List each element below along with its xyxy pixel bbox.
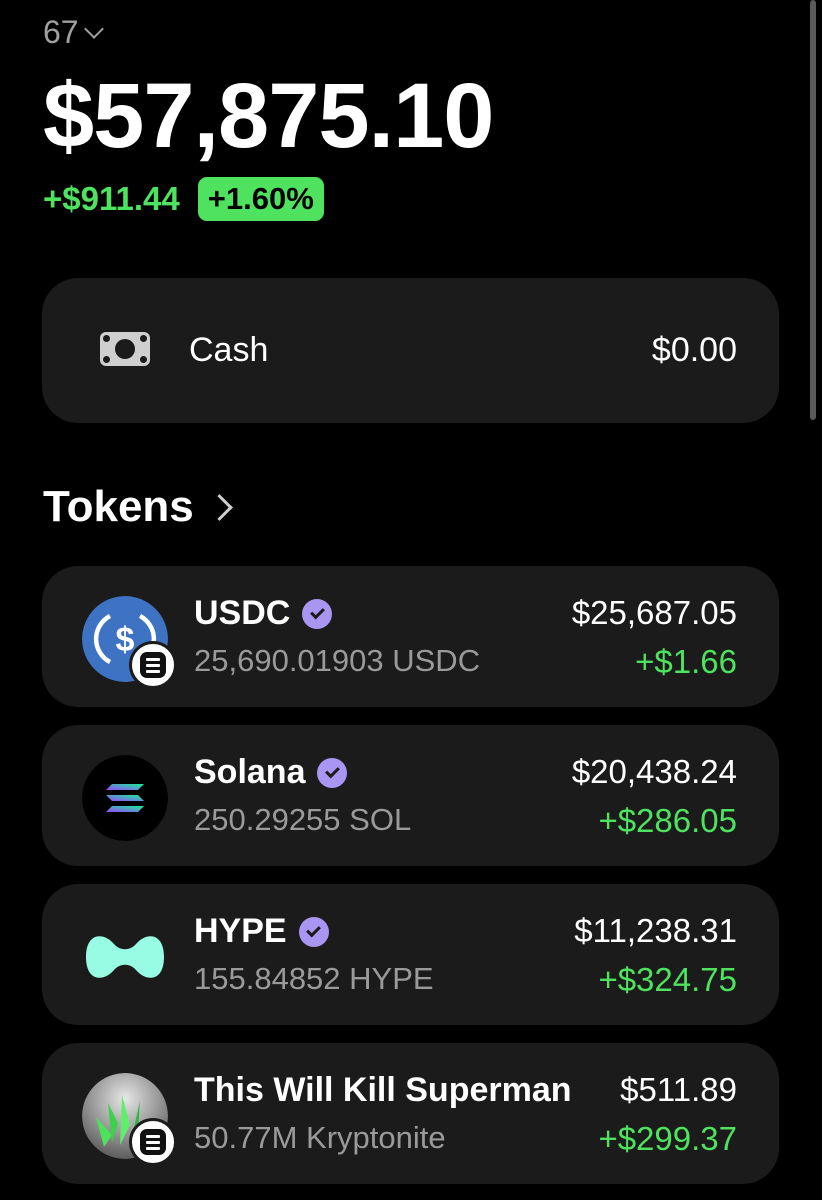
token-row-kryptonite[interactable]: This Will Kill Superman 50.77M Kryptonit… — [42, 1043, 779, 1184]
token-name: USDC — [194, 594, 333, 633]
cash-label: Cash — [189, 331, 269, 369]
chevron-down-icon — [83, 18, 104, 39]
wallet-badge-icon — [129, 1118, 177, 1166]
token-name: Solana — [194, 753, 348, 792]
token-name-label: This Will Kill Superman — [194, 1071, 572, 1109]
cash-icon — [100, 332, 150, 366]
change-percent-badge: +1.60% — [197, 177, 324, 221]
change-amount: +$911.44 — [43, 180, 180, 217]
portfolio-balance: $57,875.10 — [43, 65, 494, 167]
token-value: $511.89 — [620, 1071, 737, 1108]
scrollbar[interactable] — [810, 0, 816, 420]
token-value: $20,438.24 — [571, 753, 737, 790]
token-gain: +$1.66 — [635, 643, 737, 680]
token-gain: +$324.75 — [598, 961, 737, 998]
token-value: $11,238.31 — [574, 912, 737, 949]
token-name-label: Solana — [194, 753, 306, 791]
token-amount: 50.77M Kryptonite — [194, 1120, 446, 1155]
tokens-section-header[interactable]: Tokens — [43, 482, 233, 532]
chevron-right-icon — [205, 493, 233, 521]
portfolio-change: +$911.44 +1.60% — [43, 177, 324, 221]
verified-check-icon — [298, 916, 329, 947]
tokens-title: Tokens — [43, 482, 194, 531]
token-amount: 155.84852 HYPE — [194, 961, 434, 996]
account-switcher[interactable]: 67 — [43, 14, 104, 51]
verified-check-icon — [302, 598, 333, 629]
token-name: This Will Kill Superman — [194, 1071, 572, 1110]
cash-card[interactable]: Cash $0.00 — [42, 278, 779, 423]
token-name: HYPE — [194, 912, 329, 951]
cash-value: $0.00 — [651, 331, 737, 369]
token-gain: +$286.05 — [598, 802, 737, 839]
token-name-label: HYPE — [194, 912, 287, 950]
wallet-badge-icon — [129, 641, 177, 689]
token-amount: 25,690.01903 USDC — [194, 643, 481, 678]
token-gain: +$299.37 — [598, 1120, 737, 1157]
solana-logo-icon — [82, 755, 168, 841]
token-name-label: USDC — [194, 594, 291, 632]
token-row-solana[interactable]: Solana 250.29255 SOL $20,438.24 +$286.05 — [42, 725, 779, 866]
account-label: 67 — [43, 14, 79, 50]
token-row-usdc[interactable]: $ USDC 25,690.01903 USDC $25,687.05 +$1.… — [42, 566, 779, 707]
token-value: $25,687.05 — [571, 594, 737, 631]
hype-logo-icon — [82, 914, 168, 1000]
verified-check-icon — [317, 757, 348, 788]
token-row-hype[interactable]: HYPE 155.84852 HYPE $11,238.31 +$324.75 — [42, 884, 779, 1025]
token-amount: 250.29255 SOL — [194, 802, 412, 837]
